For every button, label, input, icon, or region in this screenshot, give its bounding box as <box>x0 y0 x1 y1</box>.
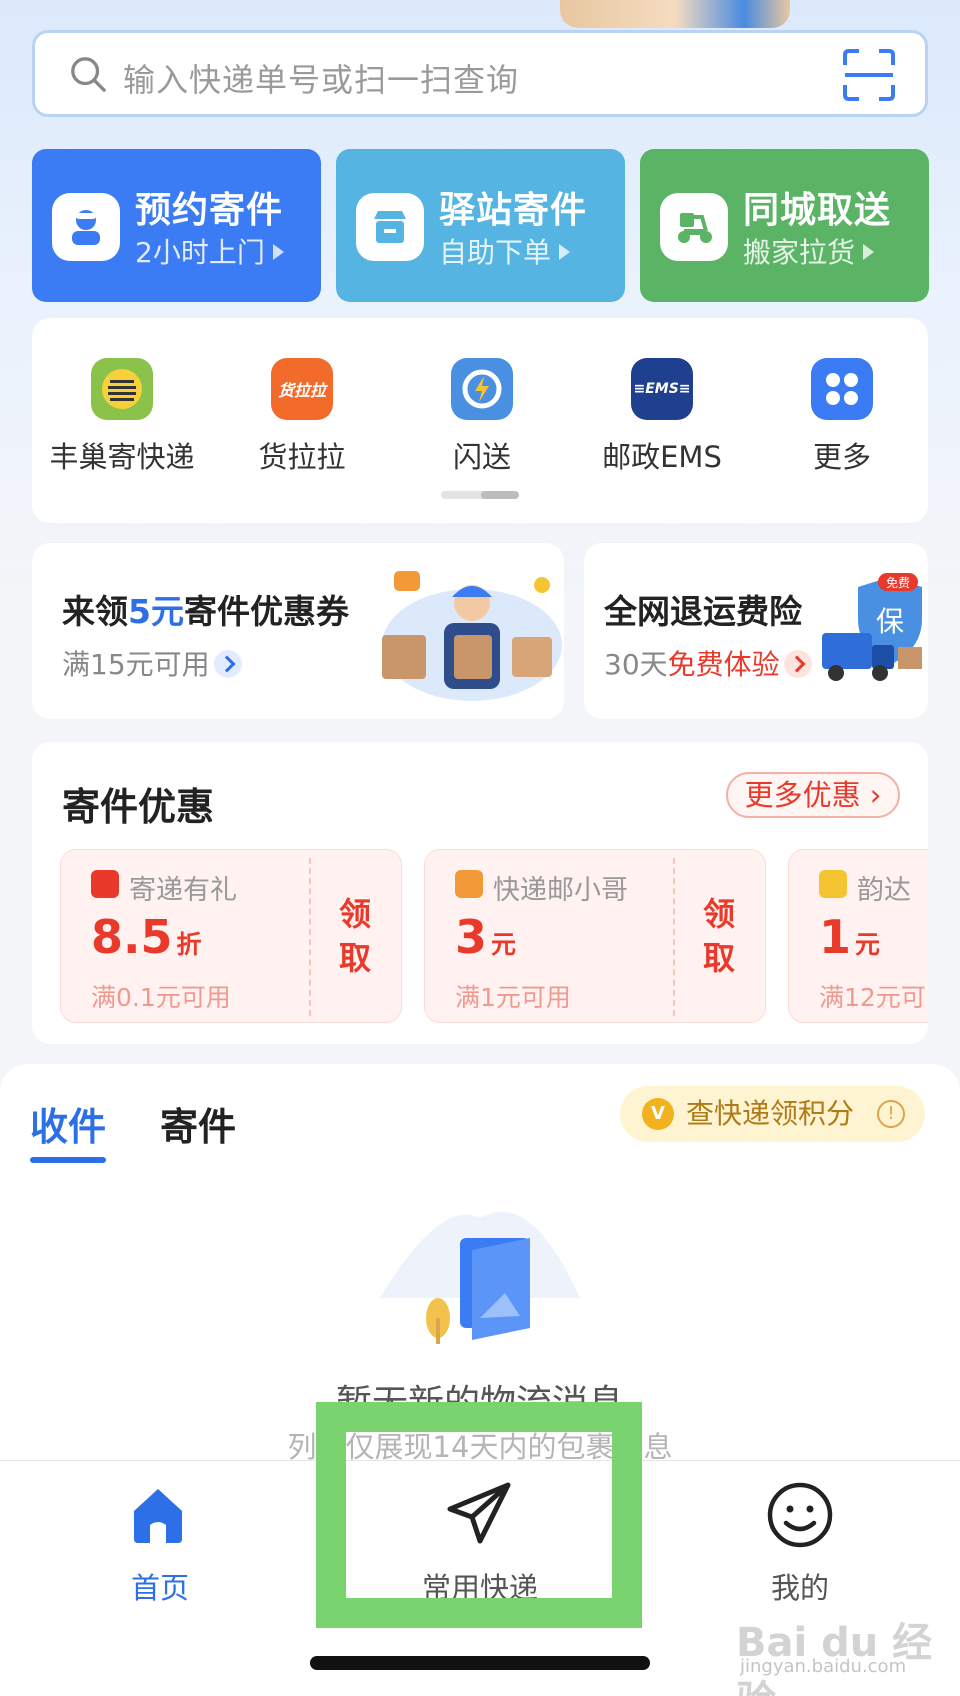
quick-item-label: 货拉拉 <box>258 440 346 474</box>
scan-icon[interactable] <box>841 47 897 103</box>
top-banner-peek[interactable] <box>560 0 790 28</box>
v-badge-icon: V <box>642 1098 674 1130</box>
more-grid-icon <box>811 358 873 420</box>
coupon-condition: 满1元可用 <box>455 983 571 1012</box>
service-subtitle: 自助下单 <box>439 236 552 269</box>
station-icon <box>356 193 424 261</box>
chevron-right-icon <box>213 650 242 678</box>
service-title: 同城取送 <box>743 190 892 231</box>
coupon-card[interactable]: 寄递有礼 8.5 折 满0.1元可用 领取 <box>60 849 402 1023</box>
coupon-name: 寄递有礼 <box>129 875 237 906</box>
jidi-logo-icon <box>91 870 119 898</box>
yunda-logo-icon <box>819 870 847 898</box>
shansong-icon <box>451 358 513 420</box>
home-indicator <box>310 1656 650 1670</box>
service-title: 预约寄件 <box>135 190 284 231</box>
search-placeholder: 输入快递单号或扫一扫查询 <box>123 61 520 99</box>
quick-item-huolala[interactable]: 货拉拉 货拉拉 <box>212 358 392 476</box>
coupon-condition: 满0.1元可用 <box>91 983 231 1012</box>
more-discounts-button[interactable]: 更多优惠 › <box>726 772 900 818</box>
quick-item-label: 丰巢寄快递 <box>49 440 195 474</box>
coupon-value: 3元 <box>455 910 517 964</box>
coupon-card[interactable]: 快递邮小哥 3元 满1元可用 领取 <box>424 849 766 1023</box>
home-icon <box>134 1489 182 1543</box>
discount-section: 寄件优惠 更多优惠 › 寄递有礼 8.5 折 满0.1元可用 领取 快递邮小哥 3… <box>32 742 928 1044</box>
tab-send[interactable]: 寄件 <box>160 1096 236 1151</box>
search-icon <box>71 57 106 92</box>
claim-button[interactable]: 领取 <box>703 892 737 980</box>
quick-item-ems[interactable]: ≡EMS≡ 邮政EMS <box>572 358 752 476</box>
promo-coupon-card[interactable]: 来领5元寄件优惠券 满15元可用 <box>32 543 564 719</box>
coupon-name: 韵达 <box>857 875 911 906</box>
scooter-icon <box>660 193 728 261</box>
page-indicator <box>441 491 519 499</box>
service-card-station[interactable]: 驿站寄件 自助下单 <box>336 149 625 302</box>
promo-subtitle: 30天免费体验 <box>604 643 812 683</box>
section-title: 寄件优惠 <box>62 785 215 829</box>
fengchao-icon <box>91 358 153 420</box>
ems-icon: ≡EMS≡ <box>631 358 693 420</box>
highlight-annotation <box>316 1402 642 1628</box>
promo-title: 来领5元寄件优惠券 <box>62 592 349 631</box>
service-title: 驿站寄件 <box>439 190 588 231</box>
nav-label: 我的 <box>770 1571 829 1605</box>
chevron-right-icon <box>783 650 812 678</box>
coupon-name: 快递邮小哥 <box>493 875 628 906</box>
youxiaoge-logo-icon <box>455 870 483 898</box>
promo-subtitle: 满15元可用 <box>62 643 242 683</box>
empty-box-illustration <box>380 1211 580 1344</box>
tab-receive[interactable]: 收件 <box>30 1096 107 1163</box>
search-bar[interactable]: 输入快递单号或扫一扫查询 <box>32 30 928 117</box>
promo-insurance-card[interactable]: 全网退运费险 30天免费体验 免费 保 <box>584 543 928 719</box>
service-card-citywide[interactable]: 同城取送 搬家拉货 <box>640 149 929 302</box>
play-arrow-icon <box>863 244 875 260</box>
nav-label: 首页 <box>130 1571 189 1605</box>
promo-title: 全网退运费险 <box>604 592 802 631</box>
quick-item-label: 更多 <box>812 440 871 474</box>
quick-item-shansong[interactable]: 闪送 <box>392 358 572 476</box>
courier-icon <box>52 193 120 261</box>
service-card-appointment[interactable]: 预约寄件 2小时上门 <box>32 149 321 302</box>
smiley-icon <box>767 1482 833 1548</box>
service-subtitle: 搬家拉货 <box>743 236 856 269</box>
quick-item-label: 邮政EMS <box>602 440 722 474</box>
quick-item-more[interactable]: 更多 <box>752 358 932 476</box>
quick-item-fengchao[interactable]: 丰巢寄快递 <box>32 358 212 476</box>
shield-truck-illustration: 免费 保 <box>822 573 922 681</box>
quick-services-card: 丰巢寄快递 货拉拉 货拉拉 闪送 ≡EMS≡ 邮政EMS 更多 <box>32 318 928 523</box>
svg-text:免费: 免费 <box>886 575 910 590</box>
claim-button[interactable]: 领取 <box>339 892 373 980</box>
coupon-card[interactable]: 韵达 1元 满12元可 <box>788 849 928 1023</box>
points-label: 查快递领积分 <box>686 1097 855 1130</box>
watermark-url: jingyan.baidu.com <box>740 1656 907 1677</box>
service-subtitle: 2小时上门 <box>135 236 265 269</box>
info-icon[interactable]: ! <box>877 1100 905 1128</box>
coupon-value: 1元 <box>819 910 881 964</box>
huolala-icon: 货拉拉 <box>271 358 333 420</box>
svg-text:保: 保 <box>876 605 904 638</box>
points-button[interactable]: V 查快递领积分 ! <box>620 1086 925 1142</box>
play-arrow-icon <box>559 244 571 260</box>
coupon-value: 8.5 折 <box>91 910 202 964</box>
quick-item-label: 闪送 <box>452 440 511 474</box>
watermark: Bai du 经验 <box>736 1620 933 1696</box>
coupon-condition: 满12元可 <box>819 983 926 1012</box>
courier-illustration <box>382 571 562 701</box>
play-arrow-icon <box>272 244 284 260</box>
